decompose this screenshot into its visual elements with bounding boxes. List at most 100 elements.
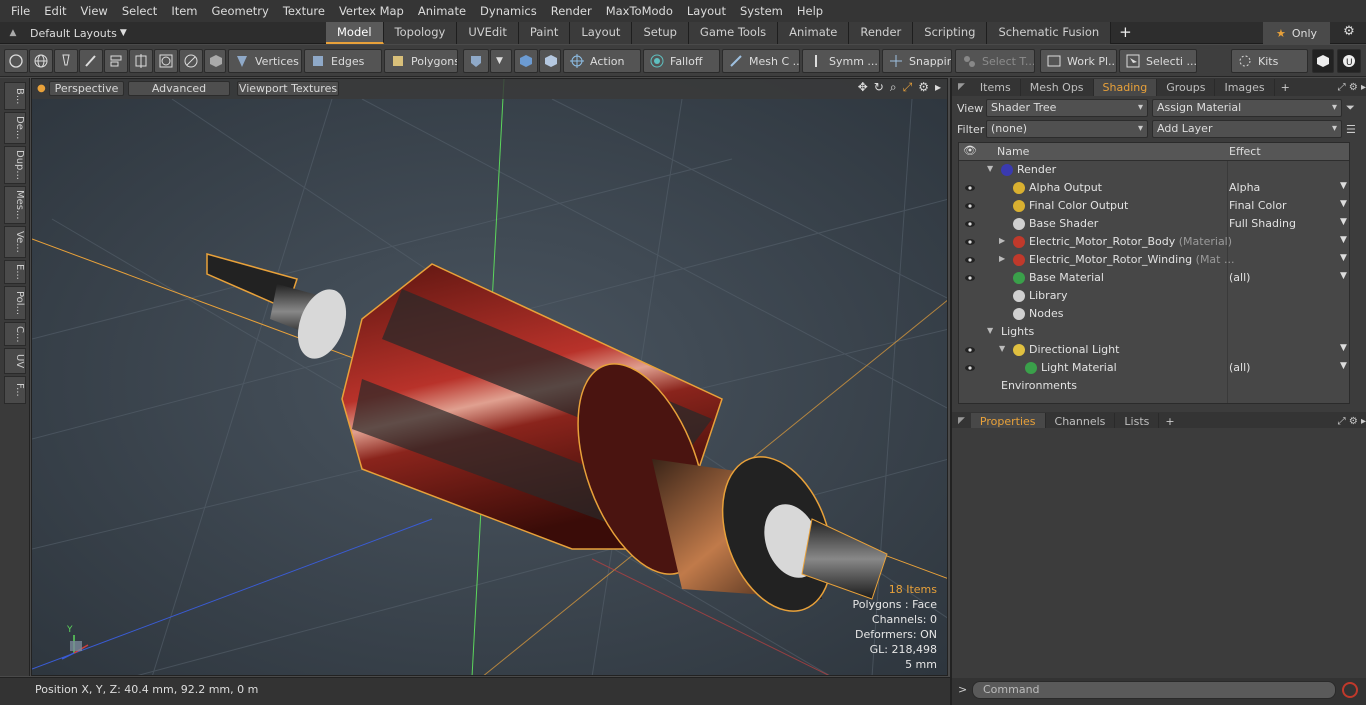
shader-tree-row[interactable]: ▼ Directional Light ▼ — [959, 341, 1349, 359]
effect-column-header[interactable]: Effect — [1229, 145, 1261, 158]
menu-vertex-map[interactable]: Vertex Map — [332, 0, 411, 22]
eye-icon[interactable] — [964, 218, 976, 230]
move-icon[interactable]: ✥ — [858, 80, 868, 95]
gear-icon[interactable]: ⚙ — [918, 80, 929, 95]
symmetry-button[interactable]: Symm ... — [802, 49, 880, 73]
kits-button[interactable]: Kits — [1231, 49, 1308, 73]
eye-icon[interactable] — [964, 236, 976, 248]
tab-animate[interactable]: Animate — [778, 22, 850, 44]
left-tab-deform[interactable]: De... — [4, 112, 26, 144]
advanced-button[interactable]: Advanced — [128, 81, 230, 96]
filter-icon[interactable]: ⏷ — [1346, 101, 1360, 115]
rotate-button[interactable] — [179, 49, 203, 73]
shader-tree-row[interactable]: ▶ Electric_Motor_Rotor_Body (Material) ▼ — [959, 233, 1349, 251]
menu-edit[interactable]: Edit — [37, 0, 73, 22]
layer-effect[interactable]: (all) — [1229, 361, 1250, 374]
shader-tree-row[interactable]: Nodes — [959, 305, 1349, 323]
menu-geometry[interactable]: Geometry — [205, 0, 276, 22]
tab-items[interactable]: Items — [971, 78, 1021, 96]
chevron-down-icon[interactable]: ▼ — [1340, 271, 1347, 281]
tab-groups[interactable]: Groups — [1157, 78, 1216, 96]
add-tab-button[interactable]: + — [1111, 22, 1140, 44]
expand-icon[interactable]: ▼ — [999, 344, 1009, 353]
selection-sets-button[interactable]: Selecti ... — [1119, 49, 1197, 73]
falloff-button[interactable]: Falloff — [643, 49, 720, 73]
chevron-down-icon[interactable]: ▼ — [1340, 199, 1347, 209]
add-panel-tab-button[interactable]: + — [1275, 81, 1296, 94]
tab-render[interactable]: Render — [849, 22, 914, 44]
eye-icon[interactable] — [964, 182, 976, 194]
shader-tree-row[interactable]: ▼ Render — [959, 161, 1349, 179]
select-through-button[interactable]: Select T... — [955, 49, 1035, 73]
rotate-icon[interactable]: ↻ — [874, 80, 884, 95]
unreal-button[interactable]: U — [1337, 49, 1361, 73]
left-tab-polygon[interactable]: Pol... — [4, 286, 26, 320]
layouts-dropdown[interactable]: ▲ Default Layouts ▼ — [4, 22, 127, 44]
polygons-mode-button[interactable]: Polygons — [384, 49, 458, 73]
layer-effect[interactable]: Full Shading — [1229, 217, 1296, 230]
left-tab-vertex[interactable]: Ve... — [4, 226, 26, 258]
circle-select-button[interactable] — [4, 49, 28, 73]
play-icon[interactable]: ▸ — [935, 80, 941, 95]
vertices-mode-button[interactable]: Vertices — [228, 49, 302, 73]
assign-material-dropdown[interactable]: Assign Material — [1152, 99, 1342, 117]
tab-paint[interactable]: Paint — [518, 22, 571, 44]
tab-mesh-ops[interactable]: Mesh Ops — [1021, 78, 1094, 96]
menu-layout[interactable]: Layout — [680, 0, 733, 22]
filter-dropdown[interactable]: (none) — [986, 120, 1148, 138]
layer-effect[interactable]: Final Color — [1229, 199, 1287, 212]
tab-properties[interactable]: Properties — [970, 412, 1046, 430]
shader-tree-row[interactable]: Light Material (all) ▼ — [959, 359, 1349, 377]
tab-model[interactable]: Model — [326, 22, 384, 44]
expand-icon[interactable]: ▼ — [987, 164, 997, 173]
mesh-constraints-button[interactable]: Mesh C ... — [722, 49, 800, 73]
list-options-icon[interactable]: ☰ — [1346, 123, 1360, 136]
layer-effect[interactable]: (all) — [1229, 271, 1250, 284]
left-tab-mesh-edit[interactable]: Mes... — [4, 186, 26, 224]
menu-select[interactable]: Select — [115, 0, 164, 22]
shader-tree[interactable]: 👁 Name Effect ▼ Render Alpha Output Alpha ▼ F… — [958, 142, 1350, 404]
lasso-button[interactable] — [54, 49, 78, 73]
zoom-icon[interactable]: ⌕ — [890, 80, 897, 95]
add-panel-tab-button[interactable]: + — [1159, 415, 1180, 428]
chevron-down-icon[interactable]: ▼ — [1340, 181, 1347, 191]
panel-menu-icon[interactable]: ◤ — [958, 416, 965, 426]
shader-tree-row[interactable]: Environments — [959, 377, 1349, 395]
chevron-down-icon[interactable]: ▼ — [1340, 343, 1347, 353]
shader-tree-row[interactable]: ▶ Electric_Motor_Rotor_Winding (Mat ... ▼ — [959, 251, 1349, 269]
material-mode-button[interactable] — [463, 49, 489, 73]
item-mode-button[interactable] — [204, 49, 226, 73]
left-tab-basic[interactable]: B... — [4, 82, 26, 110]
shader-tree-row[interactable]: ▼ Lights — [959, 323, 1349, 341]
eye-icon[interactable] — [964, 344, 976, 356]
view-dropdown[interactable]: Shader Tree — [986, 99, 1148, 117]
left-tab-curve[interactable]: C... — [4, 322, 26, 346]
layer-effect[interactable]: Alpha — [1229, 181, 1260, 194]
eye-icon[interactable] — [964, 200, 976, 212]
chevron-down-icon[interactable]: ▼ — [1340, 361, 1347, 371]
snap-box-button[interactable] — [154, 49, 178, 73]
tab-uvedit[interactable]: UVEdit — [457, 22, 519, 44]
chevron-down-icon[interactable]: ▼ — [1340, 235, 1347, 245]
tab-scripting[interactable]: Scripting — [913, 22, 988, 44]
expand-icon[interactable]: ▶ — [999, 236, 1009, 245]
shader-tree-row[interactable]: Final Color Output Final Color ▼ — [959, 197, 1349, 215]
eye-icon[interactable] — [964, 272, 976, 284]
tab-topology[interactable]: Topology — [383, 22, 458, 44]
chevron-down-icon[interactable]: ▼ — [1340, 253, 1347, 263]
left-tab-edge[interactable]: E... — [4, 260, 26, 284]
brush-button[interactable] — [79, 49, 103, 73]
menu-help[interactable]: Help — [790, 0, 830, 22]
menu-system[interactable]: System — [733, 0, 790, 22]
menu-file[interactable]: File — [4, 0, 37, 22]
expand-icon[interactable]: ▶ — [999, 254, 1009, 263]
shader-tree-row[interactable]: Base Material (all) ▼ — [959, 269, 1349, 287]
tab-lists[interactable]: Lists — [1115, 412, 1160, 430]
eye-icon[interactable] — [964, 254, 976, 266]
only-toggle[interactable]: ★ Only — [1263, 22, 1330, 44]
viewport-scene[interactable] — [32, 79, 948, 676]
menu-maxtomodo[interactable]: MaxToModo — [599, 0, 680, 22]
collapse-icon[interactable]: ▲ — [4, 28, 22, 38]
tab-layout[interactable]: Layout — [570, 22, 633, 44]
edges-mode-button[interactable]: Edges — [304, 49, 382, 73]
